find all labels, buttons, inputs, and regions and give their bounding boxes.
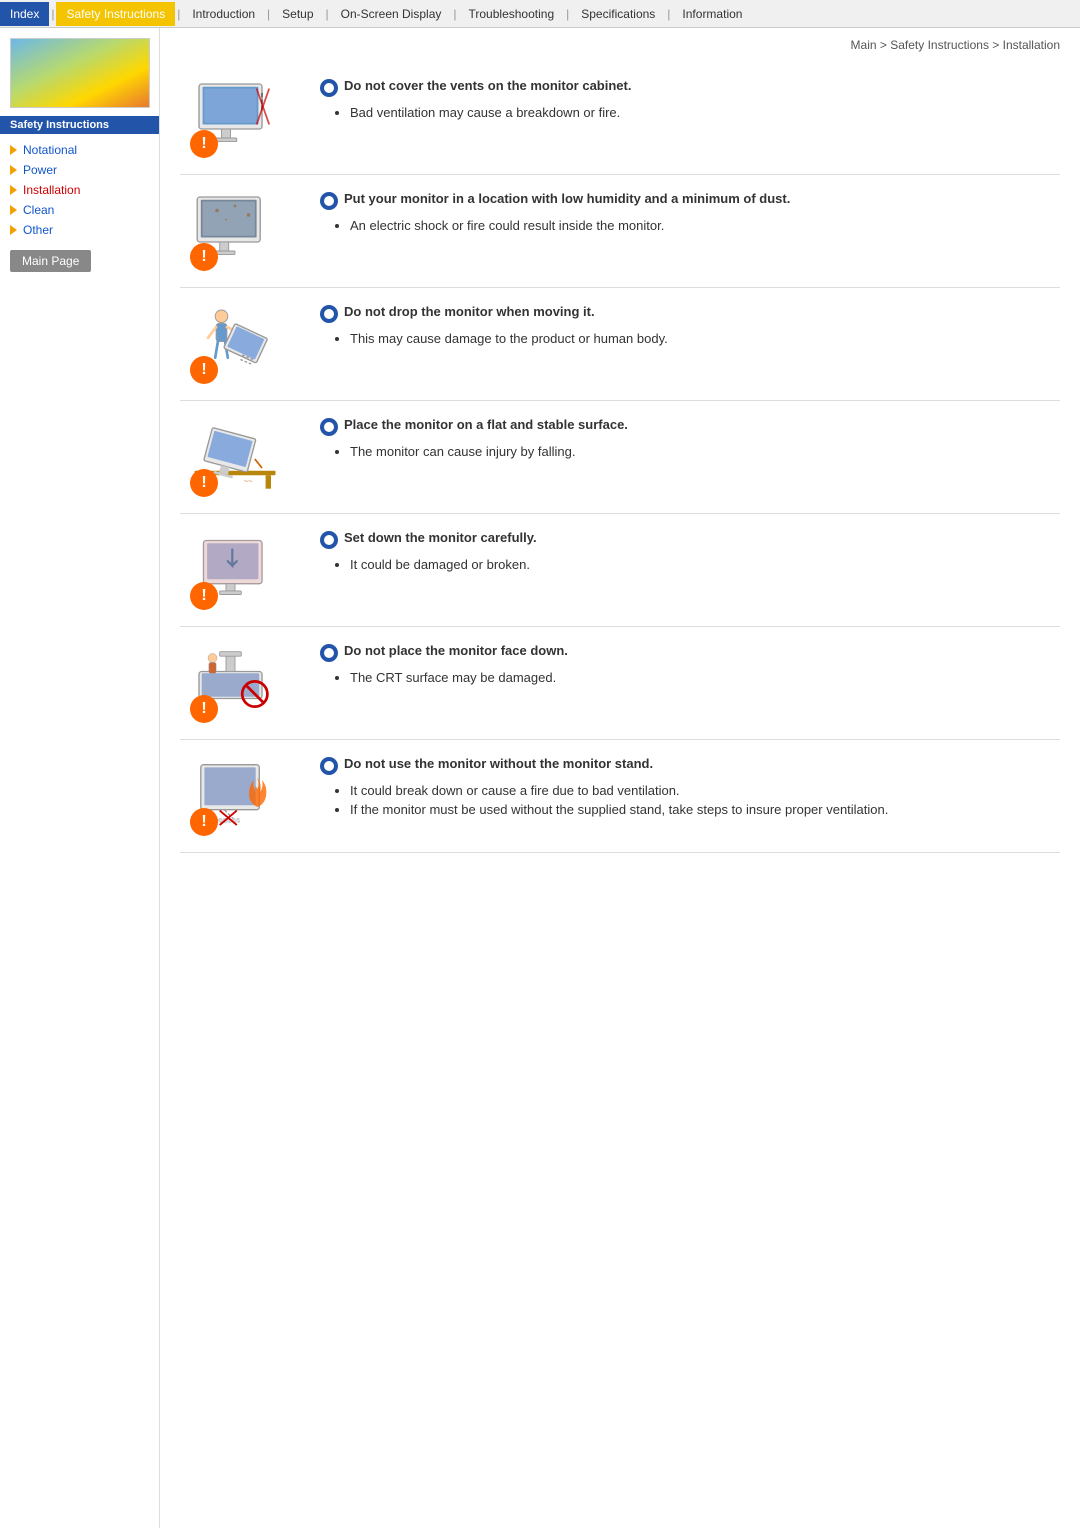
section-row-6: ! Do not place the monitor face down. Th…	[180, 627, 1060, 740]
monitor-illustration-1: !	[190, 78, 290, 158]
list-item: It could break down or cause a fire due …	[350, 783, 1060, 798]
nav-index[interactable]: Index	[0, 2, 49, 26]
warning-badge-4: !	[190, 469, 218, 497]
monitor-illustration-4: ~~ !	[190, 417, 290, 497]
warning-badge-5: !	[190, 582, 218, 610]
sidebar-image	[10, 38, 150, 108]
list-item: The monitor can cause injury by falling.	[350, 444, 1060, 459]
arrow-icon-power	[10, 165, 17, 175]
section-title-2: Put your monitor in a location with low …	[320, 191, 1060, 210]
nav-safety[interactable]: Safety Instructions	[56, 2, 175, 26]
section-title-5: Set down the monitor carefully.	[320, 530, 1060, 549]
section-row-4: ~~ ! Place the monitor on a flat and sta…	[180, 401, 1060, 514]
list-item: It could be damaged or broken.	[350, 557, 1060, 572]
nav-sep-4: |	[324, 7, 331, 21]
section-bullets-3: This may cause damage to the product or …	[320, 331, 1060, 346]
nav-bar: Index | Safety Instructions | Introducti…	[0, 0, 1080, 28]
nav-sep-6: |	[564, 7, 571, 21]
warning-badge-2: !	[190, 243, 218, 271]
section-icon-3: !	[180, 304, 300, 384]
bullet-icon-6	[320, 644, 338, 662]
section-icon-5: !	[180, 530, 300, 610]
svg-text:~~: ~~	[244, 476, 252, 485]
warning-badge-6: !	[190, 695, 218, 723]
section-text-1: Do not cover the vents on the monitor ca…	[320, 78, 1060, 124]
warning-badge-3: !	[190, 356, 218, 384]
bullet-icon-1	[320, 79, 338, 97]
main-layout: Safety Instructions Notational Power Ins…	[0, 28, 1080, 1528]
nav-sep-5: |	[451, 7, 458, 21]
bullet-icon-7	[320, 757, 338, 775]
warning-badge-7: !	[190, 808, 218, 836]
sidebar-item-installation[interactable]: Installation	[0, 180, 159, 200]
list-item: If the monitor must be used without the …	[350, 802, 1060, 817]
section-row-5: ! Set down the monitor carefully. It cou…	[180, 514, 1060, 627]
section-bullets-7: It could break down or cause a fire due …	[320, 783, 1060, 817]
sidebar-item-clean[interactable]: Clean	[0, 200, 159, 220]
monitor-illustration-5: !	[190, 530, 290, 610]
section-title-6: Do not place the monitor face down.	[320, 643, 1060, 662]
section-text-7: Do not use the monitor without the monit…	[320, 756, 1060, 821]
section-row-1: ! Do not cover the vents on the monitor …	[180, 62, 1060, 175]
sidebar-item-other[interactable]: Other	[0, 220, 159, 240]
main-page-button[interactable]: Main Page	[10, 250, 91, 272]
monitor-illustration-3: !	[190, 304, 290, 384]
arrow-icon-clean	[10, 205, 17, 215]
content-area: Main > Safety Instructions > Installatio…	[160, 28, 1080, 1528]
bullet-icon-4	[320, 418, 338, 436]
section-icon-1: !	[180, 78, 300, 158]
nav-sep-1: |	[49, 7, 56, 21]
nav-troubleshooting[interactable]: Troubleshooting	[459, 2, 565, 26]
list-item: An electric shock or fire could result i…	[350, 218, 1060, 233]
section-bullets-1: Bad ventilation may cause a breakdown or…	[320, 105, 1060, 120]
section-icon-6: !	[180, 643, 300, 723]
section-text-2: Put your monitor in a location with low …	[320, 191, 1060, 237]
list-item: This may cause damage to the product or …	[350, 331, 1060, 346]
section-title-1: Do not cover the vents on the monitor ca…	[320, 78, 1060, 97]
section-title-3: Do not drop the monitor when moving it.	[320, 304, 1060, 323]
sidebar-item-power[interactable]: Power	[0, 160, 159, 180]
nav-information[interactable]: Information	[672, 2, 752, 26]
nav-sep-2: |	[175, 7, 182, 21]
section-icon-2: !	[180, 191, 300, 271]
section-row-3: ! Do not drop the monitor when moving it…	[180, 288, 1060, 401]
nav-osd[interactable]: On-Screen Display	[331, 2, 452, 26]
list-item: Bad ventilation may cause a breakdown or…	[350, 105, 1060, 120]
sidebar-title: Safety Instructions	[0, 116, 159, 134]
section-icon-7: !	[180, 756, 300, 836]
section-text-5: Set down the monitor carefully. It could…	[320, 530, 1060, 576]
nav-sep-3: |	[265, 7, 272, 21]
monitor-illustration-6: !	[190, 643, 290, 723]
section-text-3: Do not drop the monitor when moving it. …	[320, 304, 1060, 350]
section-bullets-4: The monitor can cause injury by falling.	[320, 444, 1060, 459]
nav-sep-7: |	[665, 7, 672, 21]
section-bullets-5: It could be damaged or broken.	[320, 557, 1060, 572]
arrow-icon-other	[10, 225, 17, 235]
section-text-4: Place the monitor on a flat and stable s…	[320, 417, 1060, 463]
section-title-4: Place the monitor on a flat and stable s…	[320, 417, 1060, 436]
bullet-icon-3	[320, 305, 338, 323]
arrow-icon-notational	[10, 145, 17, 155]
nav-specifications[interactable]: Specifications	[571, 2, 665, 26]
bullet-icon-5	[320, 531, 338, 549]
bullet-icon-2	[320, 192, 338, 210]
breadcrumb: Main > Safety Instructions > Installatio…	[180, 38, 1060, 52]
arrow-icon-installation	[10, 185, 17, 195]
warning-badge-1: !	[190, 130, 218, 158]
monitor-illustration-7: !	[190, 756, 290, 836]
section-text-6: Do not place the monitor face down. The …	[320, 643, 1060, 689]
nav-introduction[interactable]: Introduction	[182, 2, 265, 26]
sidebar-item-notational[interactable]: Notational	[0, 140, 159, 160]
sidebar: Safety Instructions Notational Power Ins…	[0, 28, 160, 1528]
section-row-7: ! Do not use the monitor without the mon…	[180, 740, 1060, 853]
nav-setup[interactable]: Setup	[272, 2, 323, 26]
list-item: The CRT surface may be damaged.	[350, 670, 1060, 685]
section-row-2: ! Put your monitor in a location with lo…	[180, 175, 1060, 288]
section-bullets-6: The CRT surface may be damaged.	[320, 670, 1060, 685]
monitor-illustration-2: !	[190, 191, 290, 271]
section-icon-4: ~~ !	[180, 417, 300, 497]
section-title-7: Do not use the monitor without the monit…	[320, 756, 1060, 775]
section-bullets-2: An electric shock or fire could result i…	[320, 218, 1060, 233]
